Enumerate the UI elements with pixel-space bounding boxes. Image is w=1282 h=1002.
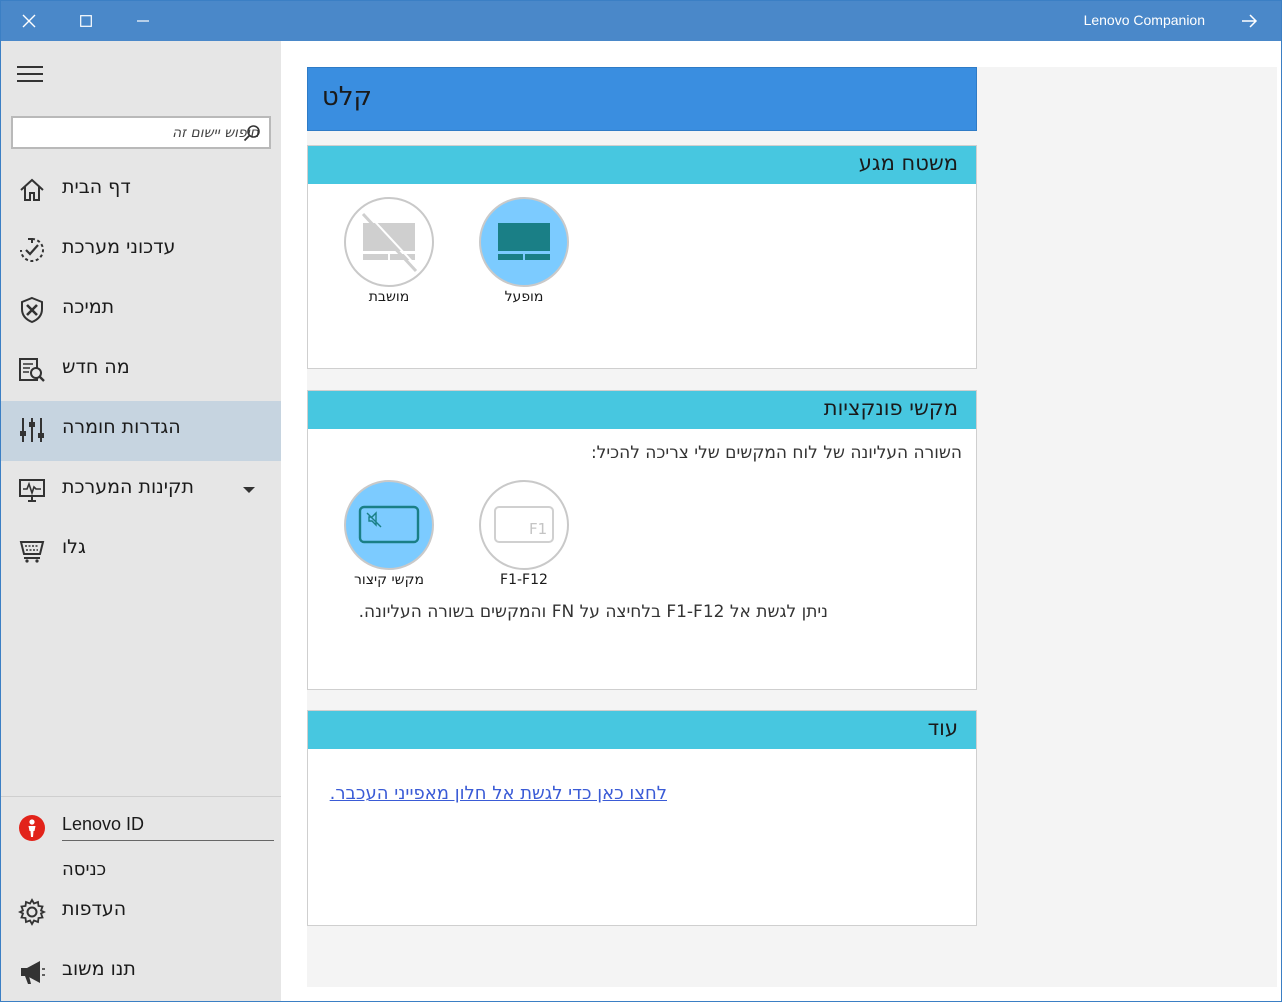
hotkeys-option[interactable]: מקשי קיצור — [329, 480, 449, 588]
discover-icon — [19, 541, 45, 563]
hotkey-mute-icon — [358, 505, 420, 544]
main-area: קלט משטח מגע מופעל מושבת מקשי פונקציות ה… — [282, 41, 1281, 1001]
mouse-properties-link[interactable]: לחצו כאן כדי לגשת אל חלון מאפייני העכבר. — [330, 783, 667, 804]
option-label: מקשי קיצור — [353, 572, 425, 588]
f1-key-glyph: F1 — [529, 520, 547, 538]
sidebar: דף הבית עדכוני מערכת תמיכה מה חדש הגדרות… — [1, 41, 281, 1001]
touchpad-card: משטח מגע מופעל מושבת — [307, 145, 977, 369]
section-title: עוד — [927, 716, 958, 740]
sidebar-item-system-health[interactable]: תקינות המערכת — [1, 461, 281, 521]
option-label: F1-F12 — [500, 572, 548, 588]
sidebar-item-support[interactable]: תמיכה — [1, 281, 281, 341]
system-update-icon — [20, 238, 44, 262]
sidebar-item-label: תנו משוב — [62, 958, 136, 980]
search-input[interactable] — [59, 123, 259, 143]
sliders-icon — [20, 418, 44, 442]
lenovo-id-field[interactable]: Lenovo ID — [1, 806, 281, 846]
function-keys-note: ניתן לגשת אל F1-F12 בלחיצה על FN והמקשים… — [358, 602, 828, 622]
minimize-button[interactable] — [115, 1, 171, 41]
search-icon[interactable] — [243, 124, 261, 142]
lenovo-id-icon — [19, 815, 45, 841]
lenovo-id-underline — [62, 840, 274, 841]
support-shield-icon — [21, 296, 43, 324]
section-header: עוד — [308, 711, 976, 749]
sidebar-item-label: עדכוני מערכת — [62, 236, 176, 258]
section-title: מקשי פונקציות — [823, 396, 958, 420]
lenovo-id-label: Lenovo ID — [62, 814, 145, 834]
touchpad-enabled-option[interactable]: מופעל — [464, 197, 584, 305]
whats-new-icon — [19, 358, 45, 382]
touchpad-disabled-option[interactable]: מושבת — [329, 197, 449, 305]
touchpad-disabled-circle — [344, 197, 434, 287]
gear-icon — [18, 898, 46, 926]
sidebar-item-label: תמיכה — [62, 296, 115, 318]
sidebar-item-label: מה חדש — [62, 356, 130, 378]
page-title: קלט — [321, 82, 372, 112]
section-header: משטח מגע — [308, 146, 976, 184]
close-icon — [22, 14, 36, 28]
close-button[interactable] — [1, 1, 57, 41]
sidebar-item-label: תקינות המערכת — [62, 476, 194, 498]
section-title: משטח מגע — [858, 151, 958, 175]
touchpad-disabled-icon — [361, 211, 420, 273]
title-bar: Lenovo Companion — [1, 1, 1281, 41]
f1-f12-option[interactable]: F1 F1-F12 — [464, 480, 584, 588]
touchpad-enabled-circle — [479, 197, 569, 287]
hotkeys-circle — [344, 480, 434, 570]
sidebar-item-label: הגדרות חומרה — [62, 416, 181, 438]
hamburger-menu-button[interactable] — [17, 63, 45, 83]
chevron-down-icon[interactable] — [241, 485, 257, 495]
section-header: מקשי פונקציות — [308, 391, 976, 429]
option-label: מושבת — [368, 289, 410, 305]
sidebar-item-whats-new[interactable]: מה חדש — [1, 341, 281, 401]
sidebar-item-system-updates[interactable]: עדכוני מערכת — [1, 221, 281, 281]
f1-key-icon: F1 — [494, 506, 554, 543]
sign-in-link[interactable]: כניסה — [62, 859, 106, 880]
sidebar-divider — [1, 796, 281, 797]
page-header: קלט — [307, 67, 977, 131]
sidebar-item-label: דף הבית — [62, 176, 131, 198]
function-keys-description: השורה העליונה של לוח המקשים שלי צריכה לה… — [590, 443, 962, 463]
f1-f12-circle: F1 — [479, 480, 569, 570]
megaphone-icon — [21, 961, 45, 984]
sidebar-item-hardware-settings[interactable]: הגדרות חומרה — [1, 401, 281, 461]
more-card: עוד לחצו כאן כדי לגשת אל חלון מאפייני הע… — [307, 710, 977, 926]
home-icon — [20, 178, 44, 201]
sidebar-item-home[interactable]: דף הבית — [1, 161, 281, 221]
maximize-button[interactable] — [58, 1, 114, 41]
content-panel: קלט משטח מגע מופעל מושבת מקשי פונקציות ה… — [307, 67, 1277, 987]
option-label: מופעל — [504, 289, 544, 305]
app-window: Lenovo Companion דף הבית עדכוני מערכת תמ… — [0, 0, 1282, 1002]
search-box — [11, 116, 271, 149]
system-health-icon — [19, 479, 45, 502]
sidebar-item-label: גלו — [62, 536, 86, 558]
sidebar-item-preferences[interactable]: העדפות — [1, 883, 281, 943]
arrow-right-icon — [1242, 14, 1258, 28]
touchpad-icon — [498, 223, 550, 260]
sidebar-item-label: העדפות — [62, 898, 127, 920]
function-keys-card: מקשי פונקציות השורה העליונה של לוח המקשי… — [307, 390, 977, 690]
window-title: Lenovo Companion — [1083, 12, 1205, 28]
maximize-icon — [80, 15, 92, 27]
back-button[interactable] — [1239, 11, 1263, 31]
sidebar-item-feedback[interactable]: תנו משוב — [1, 943, 281, 1002]
sidebar-item-discover[interactable]: גלו — [1, 521, 281, 581]
minimize-icon — [137, 20, 149, 22]
